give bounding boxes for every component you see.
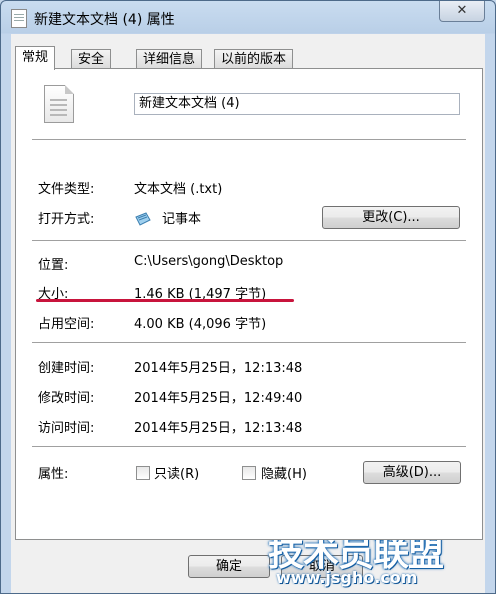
dialog-client: 常规 安全 详细信息 以前的版本 文件类型: 文本文档 (.txt) 打开方式:… <box>11 34 485 593</box>
change-button[interactable]: 更改(C)... <box>322 206 460 229</box>
accessed-label: 访问时间: <box>38 421 95 436</box>
title-bar[interactable]: 新建文本文档 (4) 属性 ✕ <box>1 1 495 33</box>
created-value: 2014年5月25日，12:13:48 <box>134 361 303 376</box>
divider <box>32 240 466 242</box>
watermark-url: www.jsgho.com <box>276 568 418 587</box>
highlight-underline <box>36 299 294 302</box>
divider <box>32 446 466 448</box>
file-name-field[interactable] <box>134 93 460 115</box>
divider <box>32 342 466 344</box>
modified-value: 2014年5月25日，12:49:40 <box>134 391 303 406</box>
size-on-disk-label: 占用空间: <box>38 317 95 332</box>
divider <box>32 139 466 141</box>
tab-general[interactable]: 常规 <box>15 46 56 70</box>
advanced-button[interactable]: 高级(D)... <box>363 461 461 484</box>
size-on-disk-value: 4.00 KB (4,096 字节) <box>134 317 267 332</box>
general-panel: 文件类型: 文本文档 (.txt) 打开方式: 记事本 更改(C)... 位置:… <box>15 68 483 540</box>
created-label: 创建时间: <box>38 361 95 376</box>
ok-button[interactable]: 确定 <box>188 555 270 578</box>
file-type-label: 文件类型: <box>38 182 95 197</box>
modified-label: 修改时间: <box>38 391 95 406</box>
window-title: 新建文本文档 (4) 属性 <box>34 12 175 28</box>
properties-window: 新建文本文档 (4) 属性 ✕ 常规 安全 详细信息 以前的版本 文件类型: 文… <box>0 0 496 594</box>
attributes-label: 属性: <box>38 467 69 482</box>
opens-with-label: 打开方式: <box>38 212 95 227</box>
hidden-label: 隐藏(H) <box>261 467 307 482</box>
location-value: C:\Users\gong\Desktop <box>134 254 284 269</box>
accessed-value: 2014年5月25日，12:13:48 <box>134 421 303 436</box>
readonly-label: 只读(R) <box>154 467 200 482</box>
location-label: 位置: <box>38 258 69 273</box>
opens-with-value: 记事本 <box>162 212 202 227</box>
file-type-value: 文本文档 (.txt) <box>134 182 223 197</box>
hidden-checkbox[interactable] <box>242 466 256 480</box>
notepad-icon <box>135 212 151 226</box>
close-button[interactable]: ✕ <box>439 1 485 22</box>
text-file-icon <box>11 9 27 28</box>
readonly-checkbox[interactable] <box>136 466 150 480</box>
document-icon <box>44 85 74 123</box>
tab-details[interactable]: 详细信息 <box>136 49 203 69</box>
tab-previous-versions[interactable]: 以前的版本 <box>214 49 294 69</box>
tab-security[interactable]: 安全 <box>71 49 112 69</box>
